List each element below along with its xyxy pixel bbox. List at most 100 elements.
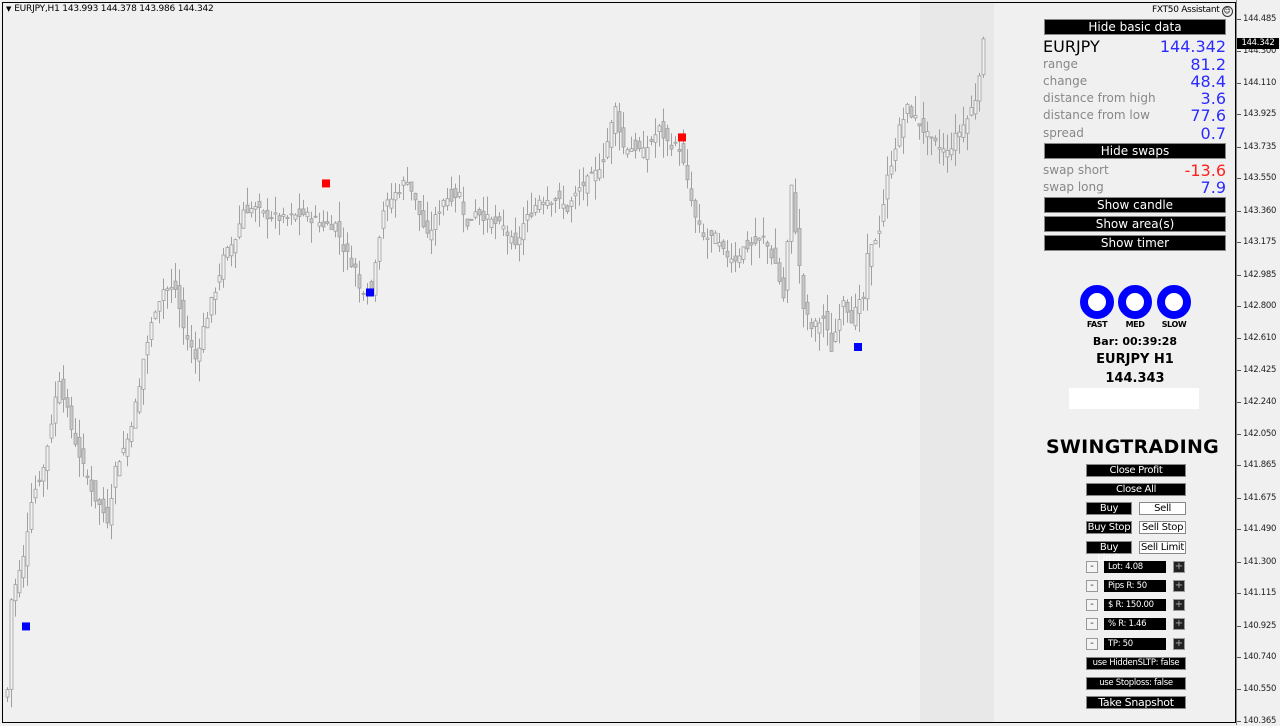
sell-limit-button[interactable]: Sell Limit (1139, 541, 1186, 554)
candle-body (241, 209, 246, 229)
candle (897, 117, 902, 148)
buy-stop-button[interactable]: Buy Stop (1086, 521, 1132, 534)
candle (33, 475, 38, 504)
lot-increase-button[interactable]: + (1173, 561, 1185, 573)
candle-body (273, 212, 278, 215)
show-timer-button[interactable]: Show timer (1044, 235, 1226, 251)
axis-tick-label: 142.610 (1243, 333, 1277, 344)
candle (817, 317, 822, 351)
candle-body (105, 506, 110, 524)
candle-body (609, 122, 614, 148)
candle-body (741, 246, 746, 260)
candle (401, 176, 406, 201)
lot-field[interactable]: Lot: 4.08 (1104, 561, 1166, 573)
axis-tick (1237, 401, 1241, 403)
use-stoploss-toggle[interactable]: use Stoploss: false (1086, 677, 1186, 690)
axis-tick-label: 141.865 (1243, 460, 1277, 471)
pips-risk-increase-button[interactable]: + (1173, 580, 1185, 592)
axis-tick (1237, 50, 1241, 52)
dollar-risk-decrease-button[interactable]: - (1086, 599, 1098, 611)
candle (245, 187, 250, 214)
candle-body (613, 106, 618, 134)
dropdown-triangle-icon[interactable]: ▼ (6, 5, 11, 13)
candle (341, 227, 346, 272)
candle-body (737, 255, 742, 264)
buy-button[interactable]: Buy (1086, 502, 1132, 515)
percent-risk-increase-button[interactable]: + (1173, 618, 1185, 630)
candle-body (421, 210, 426, 228)
candle (269, 211, 274, 222)
stat-row-spread: spread 0.7 (1043, 124, 1227, 143)
candle-body (669, 144, 674, 150)
hide-swaps-button[interactable]: Hide swaps (1044, 143, 1226, 159)
price-axis[interactable]: 144.485 144.300 144.110 143.925 143.735 143.5… (1236, 0, 1280, 726)
swap-label: swap short (1043, 163, 1109, 177)
candle-body (361, 293, 366, 295)
axis-tick (1237, 82, 1241, 84)
sell-button[interactable]: Sell (1139, 502, 1186, 515)
candle-body (25, 531, 30, 567)
candle (73, 418, 78, 447)
candle (233, 238, 238, 268)
candle (573, 185, 578, 210)
candle-body (881, 204, 886, 222)
candle-body (705, 237, 710, 240)
close-profit-button[interactable]: Close Profit (1086, 464, 1186, 477)
trend-ring-icon (1118, 285, 1152, 319)
candle (877, 215, 882, 248)
axis-tick (1237, 370, 1241, 371)
candle-body (489, 218, 494, 228)
sell-signal-marker (678, 133, 686, 142)
take-snapshot-button[interactable]: Take Snapshot (1086, 696, 1186, 709)
sell-stop-button[interactable]: Sell Stop (1139, 521, 1186, 534)
candle-body (437, 211, 442, 214)
lot-decrease-button[interactable]: - (1086, 561, 1098, 573)
candle-body (441, 199, 446, 207)
candle (109, 483, 114, 540)
dollar-risk-field[interactable]: $ R: 150.00 (1104, 599, 1166, 611)
close-all-button[interactable]: Close All (1086, 483, 1186, 496)
candle-body (965, 118, 970, 134)
candle-body (473, 211, 478, 218)
trend-dot-slow: SLOW (1156, 285, 1192, 329)
candle-body (89, 479, 94, 492)
show-candle-button[interactable]: Show candle (1044, 197, 1226, 213)
axis-tick (1237, 242, 1241, 244)
candle-body (193, 349, 198, 360)
candle-body (121, 447, 126, 454)
percent-risk-decrease-button[interactable]: - (1086, 618, 1098, 630)
hide-basic-data-button[interactable]: Hide basic data (1044, 19, 1226, 35)
take-profit-increase-button[interactable]: + (1173, 638, 1185, 650)
candle-body (765, 242, 770, 247)
axis-tick (1237, 689, 1241, 691)
candle-body (237, 223, 242, 238)
candle-body (325, 221, 330, 224)
candle-body (465, 218, 470, 227)
candle (797, 208, 802, 284)
show-areas-button[interactable]: Show area(s) (1044, 216, 1226, 232)
candle-body (97, 499, 102, 505)
candle-body (617, 111, 622, 133)
candle-body (277, 215, 282, 221)
candle-body (877, 230, 882, 234)
take-profit-field[interactable]: TP: 50 (1104, 638, 1166, 650)
buy-limit-button[interactable]: Buy Limit (1086, 541, 1132, 564)
candle-body (657, 125, 662, 132)
pips-risk-field[interactable]: Pips R: 50 (1104, 580, 1166, 592)
hidden-sltp-toggle[interactable]: use HiddenSLTP: false (1086, 657, 1186, 670)
candle-body (661, 121, 666, 139)
candle (257, 193, 262, 227)
candle-body (333, 222, 338, 232)
candle (701, 223, 706, 241)
dollar-risk-increase-button[interactable]: + (1173, 599, 1185, 611)
candle-body (653, 134, 658, 143)
candle-body (641, 147, 646, 158)
candle-body (93, 480, 98, 502)
candle-body (801, 275, 806, 309)
candle-body (537, 199, 542, 210)
pips-risk-decrease-button[interactable]: - (1086, 580, 1098, 592)
percent-risk-field[interactable]: % R: 1.46 (1104, 618, 1166, 630)
take-profit-decrease-button[interactable]: - (1086, 638, 1098, 650)
candle (417, 200, 422, 231)
candle-body (341, 244, 346, 252)
